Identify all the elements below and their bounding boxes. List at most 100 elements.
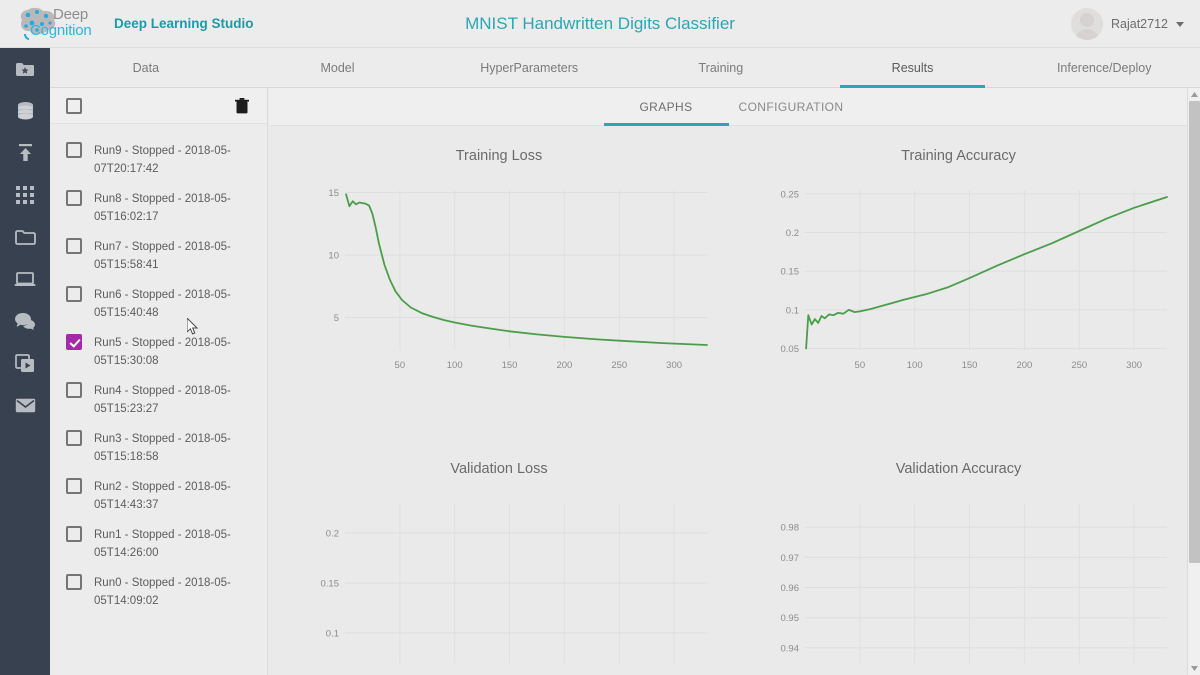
run-list-item[interactable]: Run1 - Stopped - 2018-05-05T14:26:00 [50,520,267,568]
tab-results[interactable]: Results [817,48,1009,88]
svg-text:0.2: 0.2 [786,228,799,239]
run-list-item[interactable]: Run2 - Stopped - 2018-05-05T14:43:37 [50,472,267,520]
left-icon-rail [0,48,50,675]
chart-title: Training Loss [455,148,543,164]
rail-item-chat[interactable] [0,300,50,342]
tab-hyperparameters[interactable]: HyperParameters [433,48,625,87]
folder-star-icon [16,62,34,76]
plot-area[interactable]: 0.05 0.1 0.15 0.2 0.25 50 100 150 200 250 300 [767,186,1171,386]
mouse-cursor [187,318,199,335]
run-checkbox[interactable] [66,286,82,302]
svg-text:300: 300 [1126,360,1142,371]
logo[interactable]: Deep Cognition [8,0,108,48]
rail-item-messages[interactable] [0,384,50,426]
laptop-icon [14,271,36,286]
svg-text:0.98: 0.98 [781,523,800,534]
chart-title: Validation Loss [450,461,548,477]
rail-item-datasets[interactable] [0,90,50,132]
run-label: Run2 - Stopped - 2018-05-05T14:43:37 [94,481,231,511]
run-checkbox[interactable] [66,190,82,206]
svg-text:0.1: 0.1 [326,629,339,640]
svg-text:0.25: 0.25 [781,189,800,200]
svg-text:10: 10 [328,251,339,262]
scroll-up-arrow-icon[interactable] [1188,88,1200,101]
brand-name: Deep Learning Studio [114,16,254,31]
rail-item-workspace[interactable] [0,258,50,300]
select-all-checkbox[interactable] [66,97,82,114]
svg-text:50: 50 [395,360,406,371]
envelope-icon [15,398,35,412]
run-list-item[interactable]: Run9 - Stopped - 2018-05-07T20:17:42 [50,136,267,184]
chart-title: Validation Accuracy [895,461,1022,477]
svg-text:5: 5 [334,313,339,324]
run-label: Run0 - Stopped - 2018-05-05T14:09:02 [94,577,231,607]
chevron-down-icon[interactable] [1176,21,1184,27]
run-label: Run6 - Stopped - 2018-05-05T15:40:48 [94,289,231,319]
subtab-configuration[interactable]: CONFIGURATION [729,88,854,125]
run-checkbox[interactable] [66,142,82,158]
run-list-item[interactable]: Run5 - Stopped - 2018-05-05T15:30:08 [50,328,267,376]
chart-training-accuracy: Training Accuracy 0.05 0.1 0.15 0.2 0.25 50 10… [729,126,1188,439]
chart-title: Training Accuracy [901,148,1016,164]
run-list-item[interactable]: Run4 - Stopped - 2018-05-05T15:23:27 [50,376,267,424]
plot-area[interactable]: 5 10 15 50 100 150 200 250 300 [307,186,711,386]
run-list-item[interactable]: Run7 - Stopped - 2018-05-05T15:58:41 [50,232,267,280]
folder-icon [14,229,36,245]
chat-bubbles-icon [15,313,35,330]
svg-text:200: 200 [556,360,572,371]
user-avatar-icon [1071,8,1103,40]
svg-text:50: 50 [855,360,866,371]
svg-text:15: 15 [328,188,339,199]
results-sub-tabs: GRAPHS CONFIGURATION [269,88,1188,126]
svg-text:0.96: 0.96 [781,583,800,594]
run-checkbox[interactable] [66,334,82,350]
logo-text-deep: Deep [53,5,89,23]
rail-item-apps[interactable] [0,174,50,216]
tab-training[interactable]: Training [625,48,817,87]
svg-text:0.15: 0.15 [321,579,340,590]
run-checkbox[interactable] [66,574,82,590]
svg-text:250: 250 [611,360,627,371]
tab-model[interactable]: Model [242,48,434,87]
scroll-down-arrow-icon[interactable] [1188,662,1200,675]
results-content: GRAPHS CONFIGURATION Training Loss 5 10 15 5… [269,88,1188,675]
tab-inference-deploy[interactable]: Inference/Deploy [1008,48,1200,87]
plot-area[interactable]: 0.1 0.15 0.2 [307,499,711,675]
svg-text:0.2: 0.2 [326,529,339,540]
chart-training-loss: Training Loss 5 10 15 50 100 150 200 250 300 [269,126,729,439]
run-label: Run3 - Stopped - 2018-05-05T15:18:58 [94,433,231,463]
run-list-item[interactable]: Run0 - Stopped - 2018-05-05T14:09:02 [50,568,267,616]
run-list-item[interactable]: Run3 - Stopped - 2018-05-05T15:18:58 [50,424,267,472]
run-list-item[interactable]: Run6 - Stopped - 2018-05-05T15:40:48 [50,280,267,328]
run-label: Run4 - Stopped - 2018-05-05T15:23:27 [94,385,231,415]
run-label: Run7 - Stopped - 2018-05-05T15:58:41 [94,241,231,271]
run-checkbox[interactable] [66,238,82,254]
rail-item-starred[interactable] [0,48,50,90]
svg-text:100: 100 [447,360,463,371]
upload-icon [18,144,32,161]
subtab-graphs[interactable]: GRAPHS [603,88,729,126]
trash-icon[interactable] [235,97,249,114]
main-tab-bar: Data Model HyperParameters Training Results I… [50,48,1200,88]
svg-text:0.95: 0.95 [781,613,800,624]
svg-text:0.1: 0.1 [786,305,799,316]
svg-text:0.94: 0.94 [781,643,800,654]
video-play-icon [14,353,34,372]
user-menu[interactable]: Rajat2712 [1071,8,1184,40]
rail-item-upload[interactable] [0,132,50,174]
run-checkbox[interactable] [66,478,82,494]
scrollbar-thumb[interactable] [1189,101,1200,563]
rail-item-tutorials[interactable] [0,342,50,384]
run-checkbox[interactable] [66,430,82,446]
run-label: Run8 - Stopped - 2018-05-05T16:02:17 [94,193,231,223]
run-checkbox[interactable] [66,526,82,542]
run-checkbox[interactable] [66,382,82,398]
svg-text:0.05: 0.05 [781,344,800,355]
plot-area[interactable]: 0.94 0.95 0.96 0.97 0.98 [767,499,1171,675]
tab-data[interactable]: Data [50,48,242,87]
vertical-scrollbar[interactable] [1187,88,1200,675]
rail-item-projects[interactable] [0,216,50,258]
grid-apps-icon [16,186,34,204]
svg-text:150: 150 [502,360,518,371]
run-list-item[interactable]: Run8 - Stopped - 2018-05-05T16:02:17 [50,184,267,232]
